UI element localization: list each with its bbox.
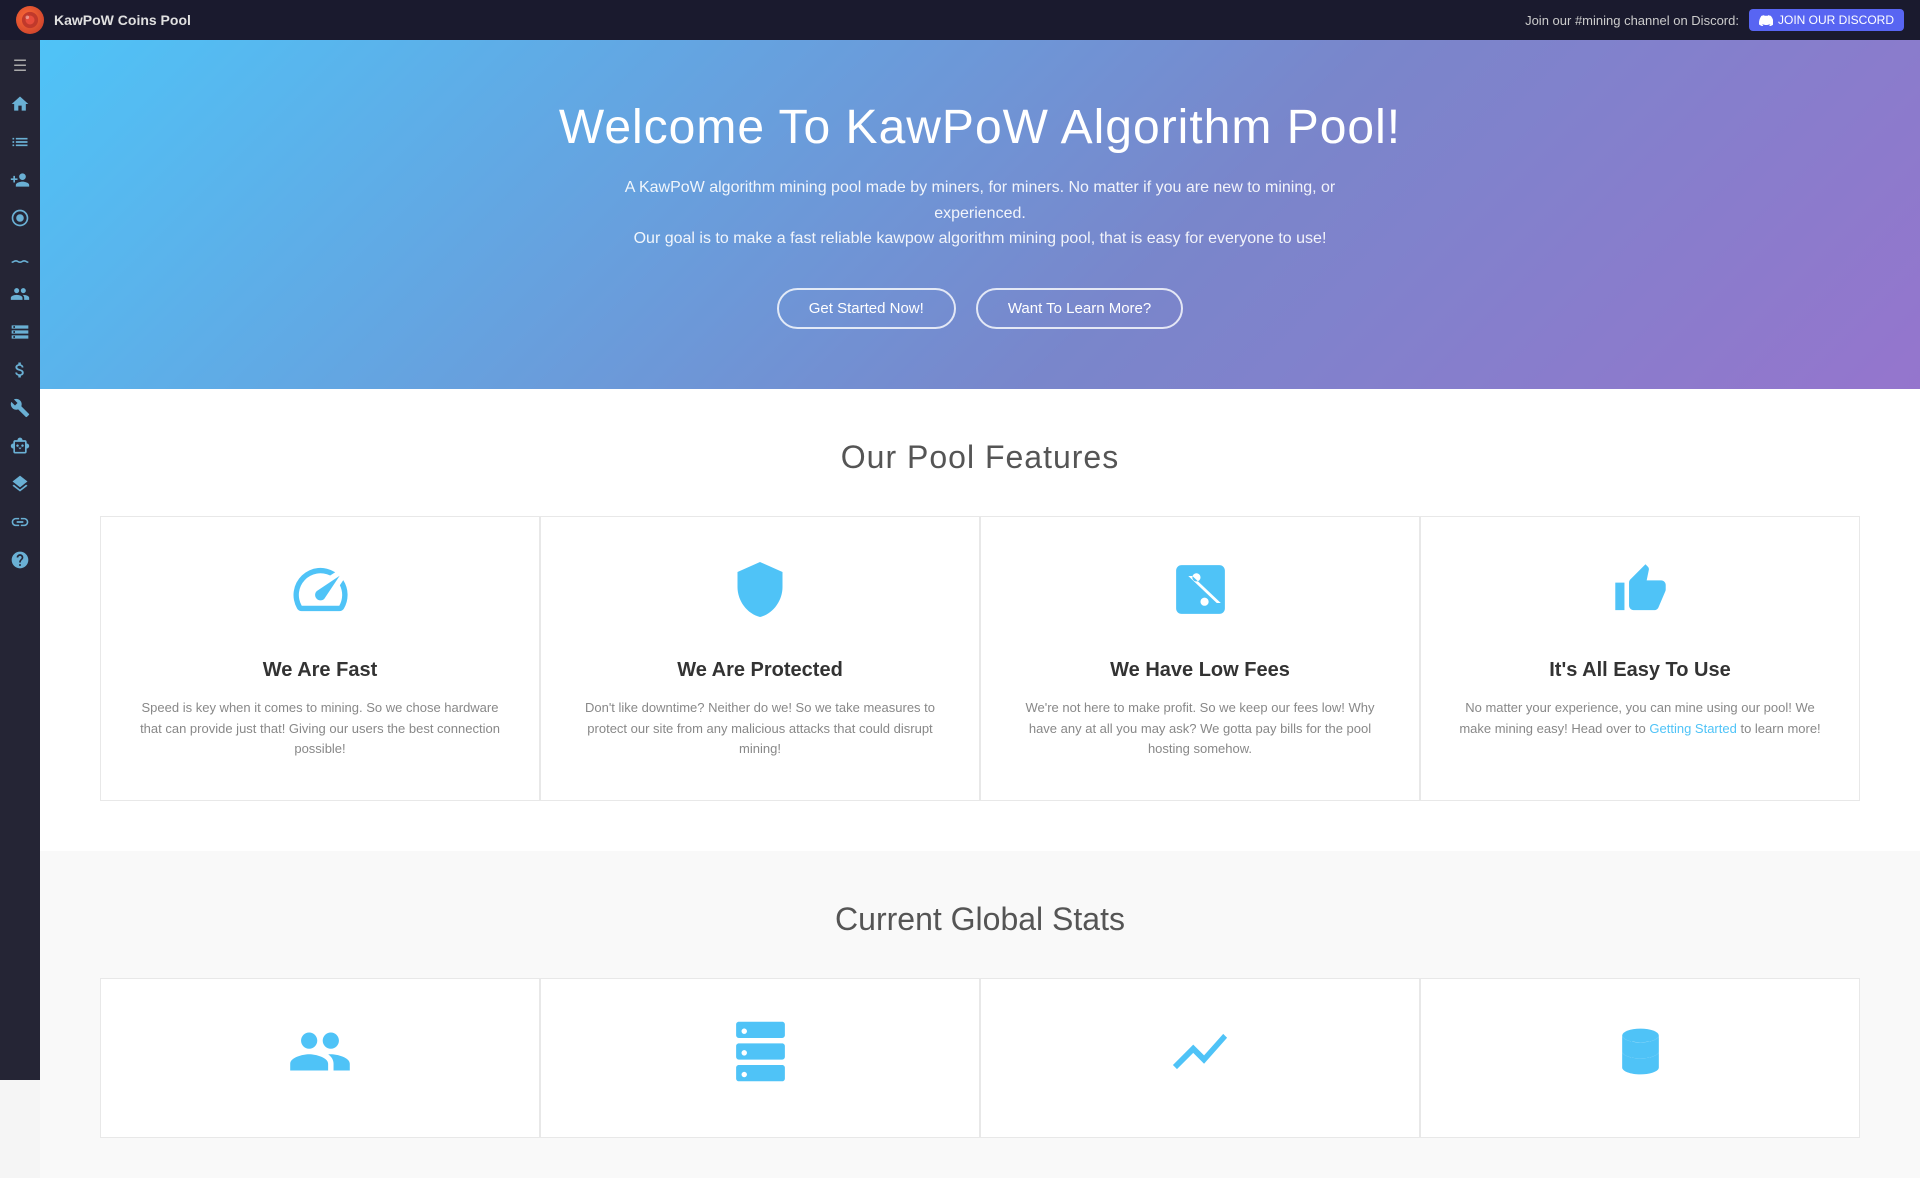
stat-card-server (540, 978, 980, 1138)
hero-subtitle-line2: Our goal is to make a fast reliable kawp… (634, 230, 1327, 247)
sidebar-item-link[interactable] (2, 504, 38, 540)
stat-card-database (1420, 978, 1860, 1138)
discord-button[interactable]: JOIN OUR DISCORD (1749, 9, 1904, 31)
sidebar-item-robot[interactable] (2, 428, 38, 464)
hero-subtitle: A KawPoW algorithm mining pool made by m… (620, 175, 1340, 252)
main-content: Welcome To KawPoW Algorithm Pool! A KawP… (40, 40, 1920, 1178)
topbar-left: KawPoW Coins Pool (16, 6, 191, 34)
hero-section: Welcome To KawPoW Algorithm Pool! A KawP… (40, 40, 1920, 389)
sidebar-menu-toggle[interactable]: ☰ (2, 48, 38, 84)
feature-desc-protected: Don't like downtime? Neither do we! So w… (571, 698, 949, 760)
sidebar-item-help[interactable] (2, 542, 38, 578)
stats-grid (100, 978, 1860, 1138)
feature-card-fast: We Are Fast Speed is key when it comes t… (100, 516, 540, 801)
sidebar-item-layers[interactable] (2, 466, 38, 502)
feature-card-protected: We Are Protected Don't like downtime? Ne… (540, 516, 980, 801)
thumbsup-icon (1613, 557, 1668, 635)
topbar: KawPoW Coins Pool Join our #mining chann… (0, 0, 1920, 40)
percent-icon (1168, 557, 1233, 635)
feature-desc-easy: No matter your experience, you can mine … (1451, 698, 1829, 740)
app-title: KawPoW Coins Pool (54, 12, 191, 28)
sidebar-item-list[interactable] (2, 124, 38, 160)
discord-label: Join our #mining channel on Discord: (1525, 13, 1739, 28)
get-started-button[interactable]: Get Started Now! (777, 288, 956, 329)
feature-title-protected: We Are Protected (677, 659, 843, 682)
shield-icon (730, 557, 790, 635)
learn-more-button[interactable]: Want To Learn More? (976, 288, 1183, 329)
stat-card-chart (980, 978, 1420, 1138)
sidebar-item-coins[interactable] (2, 352, 38, 388)
server-icon (728, 1019, 793, 1097)
feature-desc-fast: Speed is key when it comes to mining. So… (131, 698, 509, 760)
feature-title-fees: We Have Low Fees (1110, 659, 1290, 682)
sidebar-item-storage[interactable] (2, 314, 38, 350)
app-logo (16, 6, 44, 34)
getting-started-link[interactable]: Getting Started (1649, 721, 1736, 736)
sidebar-item-waves[interactable] (2, 238, 38, 274)
speedometer-icon (288, 557, 353, 635)
stats-title: Current Global Stats (100, 901, 1860, 938)
stats-section: Current Global Stats (40, 851, 1920, 1178)
feature-title-easy: It's All Easy To Use (1549, 659, 1730, 682)
features-grid: We Are Fast Speed is key when it comes t… (100, 516, 1860, 801)
database-icon (1613, 1019, 1668, 1097)
topbar-right: Join our #mining channel on Discord: JOI… (1525, 9, 1904, 31)
feature-desc-fees: We're not here to make profit. So we kee… (1011, 698, 1389, 760)
features-title: Our Pool Features (100, 439, 1860, 476)
stat-card-users (100, 978, 540, 1138)
hero-title: Welcome To KawPoW Algorithm Pool! (559, 100, 1401, 155)
sidebar-item-dashboard[interactable] (2, 200, 38, 236)
features-section: Our Pool Features We Are Fast Speed is k… (40, 389, 1920, 851)
sidebar-item-group[interactable] (2, 276, 38, 312)
hero-subtitle-line1: A KawPoW algorithm mining pool made by m… (625, 179, 1336, 222)
sidebar-item-tools[interactable] (2, 390, 38, 426)
users-icon (285, 1019, 355, 1097)
chart-icon (1165, 1019, 1235, 1097)
sidebar-item-home[interactable] (2, 86, 38, 122)
feature-title-fast: We Are Fast (263, 659, 377, 682)
feature-card-fees: We Have Low Fees We're not here to make … (980, 516, 1420, 801)
sidebar-item-add-user[interactable] (2, 162, 38, 198)
hero-buttons: Get Started Now! Want To Learn More? (777, 288, 1183, 329)
feature-card-easy: It's All Easy To Use No matter your expe… (1420, 516, 1860, 801)
sidebar: ☰ (0, 40, 40, 1080)
discord-btn-label: JOIN OUR DISCORD (1778, 13, 1894, 27)
